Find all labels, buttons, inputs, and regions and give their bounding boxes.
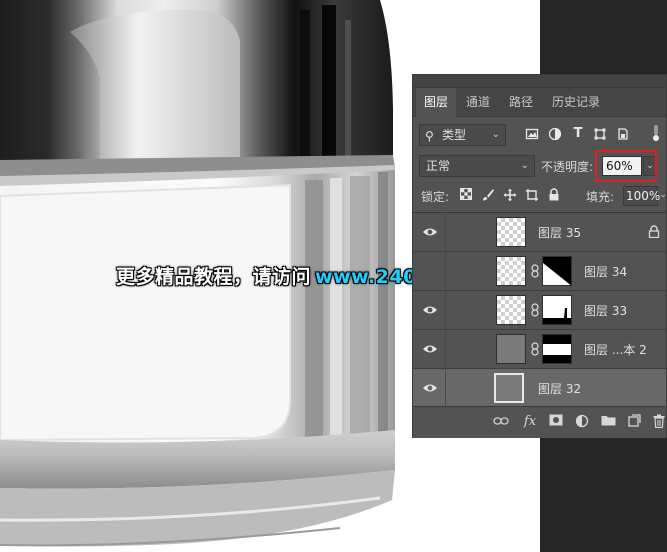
layer-thumbnail[interactable]: [496, 256, 526, 286]
layer-name[interactable]: 图层 ...本 2: [584, 341, 647, 358]
layer-mask-thumbnail[interactable]: [542, 256, 572, 286]
filter-row: ⚲ 类型 ⌄ T: [413, 123, 666, 149]
brush-icon[interactable]: [481, 188, 495, 202]
chain-link-icon[interactable]: [531, 303, 539, 317]
filter-type-layer-icon[interactable]: T: [571, 127, 585, 141]
search-icon: ⚲: [425, 129, 434, 143]
blend-row: 正常 ⌄ 不透明度: 60% ⌄: [413, 150, 666, 182]
layer-name[interactable]: 图层 32: [538, 380, 581, 397]
layer-thumbnail[interactable]: [496, 217, 526, 247]
lock-row: 锁定: 填充: 100% ⌄: [413, 184, 667, 208]
filter-smart-object-icon[interactable]: [616, 127, 630, 141]
opacity-highlight-box: [595, 150, 657, 182]
fill-input[interactable]: 100%: [623, 186, 660, 206]
trash-icon[interactable]: [651, 414, 667, 430]
layers-panel: 图层 通道 路径 历史记录 ⚲ 类型 ⌄ T 正常 ⌄ 不透明度: 60% ⌄ …: [412, 74, 667, 438]
layer-mask-thumbnail[interactable]: [542, 334, 572, 364]
fill-dropdown-button[interactable]: ⌄: [658, 186, 667, 206]
layer-name[interactable]: 图层 34: [584, 263, 627, 280]
filter-toggle-icon[interactable]: [649, 123, 663, 141]
layer-thumbnail[interactable]: [496, 295, 526, 325]
panel-tab-bar: 图层 通道 路径 历史记录: [413, 88, 666, 117]
filter-type-value: 类型: [442, 128, 467, 142]
move-icon[interactable]: [503, 188, 517, 202]
eye-icon[interactable]: [422, 381, 438, 395]
tab-paths[interactable]: 路径: [501, 88, 541, 117]
visibility-divider: [445, 213, 446, 252]
fill-label: 填充:: [586, 190, 615, 204]
layer-row[interactable]: 图层 ...本 2: [413, 330, 666, 369]
watermark-text: 更多精品教程，请访问: [116, 266, 312, 288]
panel-bottom-toolbar: fx: [413, 406, 666, 438]
chain-link-icon[interactable]: [531, 342, 539, 356]
filter-adjustment-icon[interactable]: [548, 127, 562, 141]
layer-thumbnail[interactable]: [494, 373, 524, 403]
layer-style-fx-button[interactable]: fx: [522, 414, 538, 430]
lock-icon[interactable]: [547, 188, 561, 202]
filter-pixel-icon[interactable]: [525, 127, 539, 141]
filter-type-select[interactable]: ⚲ 类型 ⌄: [419, 124, 506, 146]
layer-list: 图层 35 图层 34 图层 33 图层 ...本 2 图层 32: [413, 212, 666, 408]
eye-icon[interactable]: [422, 225, 438, 239]
lock-transparent-icon[interactable]: [459, 188, 473, 202]
layer-row-selected[interactable]: 图层 32: [413, 369, 666, 408]
link-layers-icon[interactable]: [493, 414, 509, 430]
add-mask-icon[interactable]: [548, 414, 564, 430]
chevron-down-icon: ⌄: [491, 129, 500, 140]
panel-title-bar[interactable]: [413, 75, 666, 88]
layer-thumbnail[interactable]: [496, 334, 526, 364]
visibility-divider: [445, 291, 446, 330]
layer-row[interactable]: 图层 35: [413, 213, 666, 252]
tab-history[interactable]: 历史记录: [544, 88, 608, 117]
adjustment-layer-icon[interactable]: [574, 414, 590, 430]
opacity-label: 不透明度:: [541, 160, 594, 174]
chain-link-icon[interactable]: [531, 264, 539, 278]
layer-row[interactable]: 图层 33: [413, 291, 666, 330]
crop-artboard-icon[interactable]: [525, 188, 539, 202]
tab-channels[interactable]: 通道: [458, 88, 498, 117]
blend-mode-select[interactable]: 正常 ⌄: [419, 155, 535, 177]
visibility-divider: [445, 369, 446, 408]
tab-layers[interactable]: 图层: [416, 88, 457, 117]
lock-icon: [648, 225, 660, 238]
new-layer-icon[interactable]: [626, 414, 642, 430]
lock-label: 锁定:: [421, 190, 450, 204]
eye-icon[interactable]: [422, 342, 438, 356]
visibility-divider: [445, 330, 446, 369]
layer-name[interactable]: 图层 33: [584, 302, 627, 319]
filter-shape-icon[interactable]: [593, 127, 607, 141]
layer-name[interactable]: 图层 35: [538, 224, 581, 241]
layer-row[interactable]: 图层 34: [413, 252, 666, 291]
chevron-down-icon: ⌄: [520, 160, 529, 171]
visibility-divider: [445, 252, 446, 291]
eye-icon[interactable]: [422, 303, 438, 317]
blend-mode-value: 正常: [426, 159, 451, 173]
folder-icon[interactable]: [600, 414, 616, 430]
layer-mask-thumbnail[interactable]: [542, 295, 572, 325]
